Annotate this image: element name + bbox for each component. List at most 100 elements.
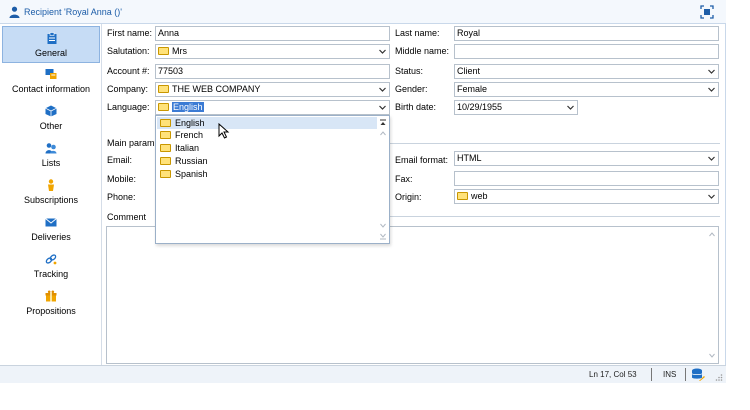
- account-label: Account #:: [107, 66, 150, 76]
- contact-icon: [45, 69, 57, 79]
- last-name-field[interactable]: Royal: [454, 26, 719, 41]
- language-option-label: English: [175, 118, 205, 128]
- sidebar-item-label: General: [34, 48, 68, 58]
- status-select[interactable]: Client: [454, 64, 719, 79]
- comment-textarea[interactable]: [106, 226, 719, 364]
- mobile-label: Mobile:: [107, 174, 137, 184]
- sidebar-item-propositions[interactable]: Propositions: [2, 285, 100, 322]
- cube-icon: [45, 105, 57, 117]
- origin-select[interactable]: web: [454, 189, 719, 204]
- birth-date-label: Birth date:: [395, 102, 437, 112]
- resize-grip-icon[interactable]: [714, 373, 723, 382]
- sidebar-item-contact-information[interactable]: Contact information: [2, 63, 100, 100]
- sidebar-item-tracking[interactable]: Tracking: [2, 248, 100, 285]
- subscriptions-icon: [48, 179, 54, 191]
- email-format-select[interactable]: HTML: [454, 151, 719, 166]
- title-bar: Recipient 'Royal Anna ()': [0, 0, 726, 24]
- folder-icon: [160, 144, 171, 152]
- folder-icon: [158, 85, 169, 93]
- section-divider: [390, 143, 720, 144]
- language-select[interactable]: English: [155, 100, 390, 115]
- language-option-label: Italian: [175, 143, 200, 153]
- fax-field[interactable]: [454, 171, 719, 186]
- first-name-label: First name:: [107, 28, 153, 38]
- folder-icon: [457, 192, 468, 200]
- birth-date-value: 10/29/1955: [457, 102, 503, 112]
- last-name-label: Last name:: [395, 28, 440, 38]
- chevron-down-icon[interactable]: [706, 84, 717, 95]
- sidebar-item-subscriptions[interactable]: Subscriptions: [2, 174, 100, 211]
- salutation-select[interactable]: Mrs: [155, 44, 390, 59]
- language-option[interactable]: English: [157, 117, 377, 129]
- status-value: Client: [457, 66, 481, 76]
- gender-select[interactable]: Female: [454, 82, 719, 97]
- chevron-down-icon[interactable]: [706, 153, 717, 164]
- maximize-icon[interactable]: [700, 5, 714, 19]
- status-label: Status:: [395, 66, 424, 76]
- tracking-icon: [45, 254, 57, 265]
- origin-value: web: [471, 191, 488, 201]
- middle-name-label: Middle name:: [395, 46, 450, 56]
- window-title: Recipient 'Royal Anna ()': [24, 7, 122, 17]
- last-name-value: Royal: [457, 28, 481, 38]
- chevron-down-icon[interactable]: [377, 102, 388, 113]
- language-option[interactable]: Spanish: [157, 168, 377, 180]
- chevron-down-icon[interactable]: [377, 84, 388, 95]
- language-value: English: [172, 102, 204, 112]
- account-field[interactable]: 77503: [155, 64, 390, 79]
- sidebar-item-lists[interactable]: Lists: [2, 137, 100, 174]
- lists-icon: [45, 143, 57, 154]
- language-option[interactable]: Italian: [157, 142, 377, 154]
- language-label: Language:: [107, 102, 150, 112]
- salutation-label: Salutation:: [107, 46, 150, 56]
- language-option[interactable]: Russian: [157, 155, 377, 167]
- fax-label: Fax:: [395, 174, 413, 184]
- language-option-label: Spanish: [175, 169, 208, 179]
- company-label: Company:: [107, 84, 149, 94]
- main-parameters-heading: Main param: [107, 138, 155, 148]
- email-label: Email:: [107, 155, 133, 165]
- folder-icon: [160, 119, 171, 127]
- account-value: 77503: [158, 66, 184, 76]
- first-name-field[interactable]: Anna: [155, 26, 390, 41]
- chevron-down-icon[interactable]: [377, 46, 388, 57]
- chevron-down-icon[interactable]: [706, 191, 717, 202]
- section-divider: [390, 216, 720, 217]
- envelope-icon: [45, 218, 57, 227]
- language-option[interactable]: French: [157, 129, 377, 141]
- birth-date-picker[interactable]: 10/29/1955: [454, 100, 578, 115]
- language-option-label: Russian: [175, 156, 208, 166]
- sidebar-item-label: Propositions: [26, 306, 76, 316]
- phone-label: Phone:: [107, 192, 136, 202]
- email-format-value: HTML: [457, 153, 482, 163]
- sidebar-item-deliveries[interactable]: Deliveries: [2, 211, 100, 248]
- sidebar-item-label: Deliveries: [31, 232, 71, 242]
- language-option-label: French: [175, 130, 204, 140]
- scrollbar[interactable]: [707, 228, 717, 362]
- dropdown-scrollbar[interactable]: [378, 117, 388, 242]
- origin-label: Origin:: [395, 192, 422, 202]
- mouse-cursor-icon: [218, 123, 230, 139]
- sidebar-item-general[interactable]: General: [2, 26, 100, 63]
- language-dropdown-list: English French Italian Russian Spanish: [155, 115, 390, 244]
- middle-name-field[interactable]: [454, 44, 719, 59]
- folder-icon: [160, 131, 171, 139]
- first-name-value: Anna: [158, 28, 180, 38]
- person-icon: [9, 6, 20, 18]
- email-format-label: Email format:: [395, 155, 449, 165]
- sidebar-item-other[interactable]: Other: [2, 100, 100, 137]
- insert-mode: INS: [663, 370, 677, 379]
- salutation-value: Mrs: [172, 46, 187, 56]
- cursor-position: Ln 17, Col 53: [589, 370, 637, 379]
- company-select[interactable]: THE WEB COMPANY: [155, 82, 390, 97]
- recipient-window: Recipient 'Royal Anna ()' General Contac…: [0, 0, 726, 383]
- database-icon[interactable]: [691, 368, 705, 381]
- gender-label: Gender:: [395, 84, 428, 94]
- chevron-down-icon[interactable]: [706, 66, 717, 77]
- folder-icon: [158, 47, 169, 55]
- sidebar-item-label: Tracking: [33, 269, 69, 279]
- sidebar-item-label: Other: [39, 121, 63, 131]
- sidebar-item-label: Subscriptions: [23, 195, 79, 205]
- gender-value: Female: [457, 84, 488, 94]
- chevron-down-icon[interactable]: [565, 102, 576, 113]
